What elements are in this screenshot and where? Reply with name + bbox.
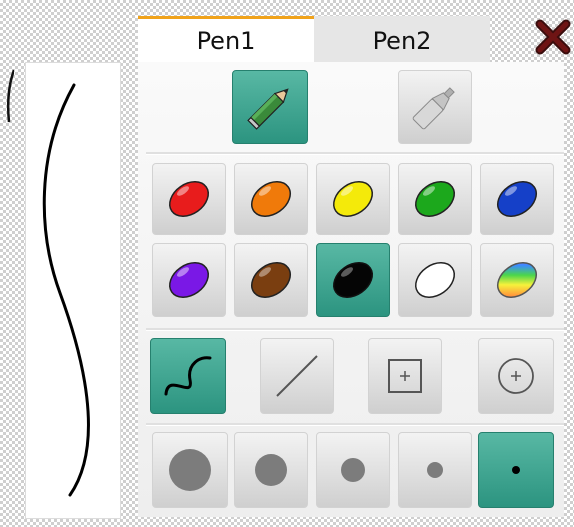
highlighter-icon [412,87,455,130]
freehand-tool-button[interactable] [150,338,226,414]
rainbow-swatch-icon [497,262,537,298]
orange-swatch-icon [251,181,291,217]
close-x-icon [535,19,571,55]
size-5-button[interactable] [478,432,554,508]
white-swatch-icon [415,262,455,298]
brown-swatch-icon [251,262,291,298]
yellow-swatch-icon [333,181,373,217]
color-blue-button[interactable] [480,163,554,235]
divider [146,423,564,426]
color-black-button[interactable] [316,243,390,317]
pencil-tool-button[interactable] [232,70,308,144]
tab-pen1[interactable]: Pen1 [138,16,314,62]
tab-pen1-label: Pen1 [196,26,256,55]
circle-icon [498,358,534,394]
purple-swatch-icon [169,262,209,298]
close-button[interactable] [534,18,572,56]
color-orange-button[interactable] [234,163,308,235]
line-icon [276,355,318,397]
size-dot-icon [169,449,211,491]
tab-pen2-label: Pen2 [372,26,432,55]
color-yellow-button[interactable] [316,163,390,235]
marker-tool-button[interactable] [398,70,472,144]
size-3-button[interactable] [316,432,390,508]
size-4-button[interactable] [398,432,472,508]
color-rainbow-button[interactable] [480,243,554,317]
color-white-button[interactable] [398,243,472,317]
canvas-edge [0,62,16,517]
stroke-preview [25,62,121,519]
size-1-button[interactable] [152,432,228,508]
circle-tool-button[interactable] [478,338,554,414]
green-swatch-icon [415,181,455,217]
divider [146,152,564,155]
rectangle-icon [388,359,422,393]
pencil-icon [247,88,289,130]
size-dot-icon [427,462,443,478]
red-swatch-icon [169,181,209,217]
color-purple-button[interactable] [152,243,226,317]
size-dot-icon [341,458,365,482]
size-dot-icon [255,454,287,486]
color-red-button[interactable] [152,163,226,235]
divider [146,328,564,331]
blue-swatch-icon [497,181,537,217]
size-dot-icon [512,466,520,474]
line-tool-button[interactable] [260,338,334,414]
black-swatch-icon [333,262,373,298]
size-2-button[interactable] [234,432,308,508]
rectangle-tool-button[interactable] [368,338,442,414]
color-brown-button[interactable] [234,243,308,317]
tab-pen2[interactable]: Pen2 [314,16,490,62]
color-green-button[interactable] [398,163,472,235]
freehand-curve-icon [164,356,212,396]
